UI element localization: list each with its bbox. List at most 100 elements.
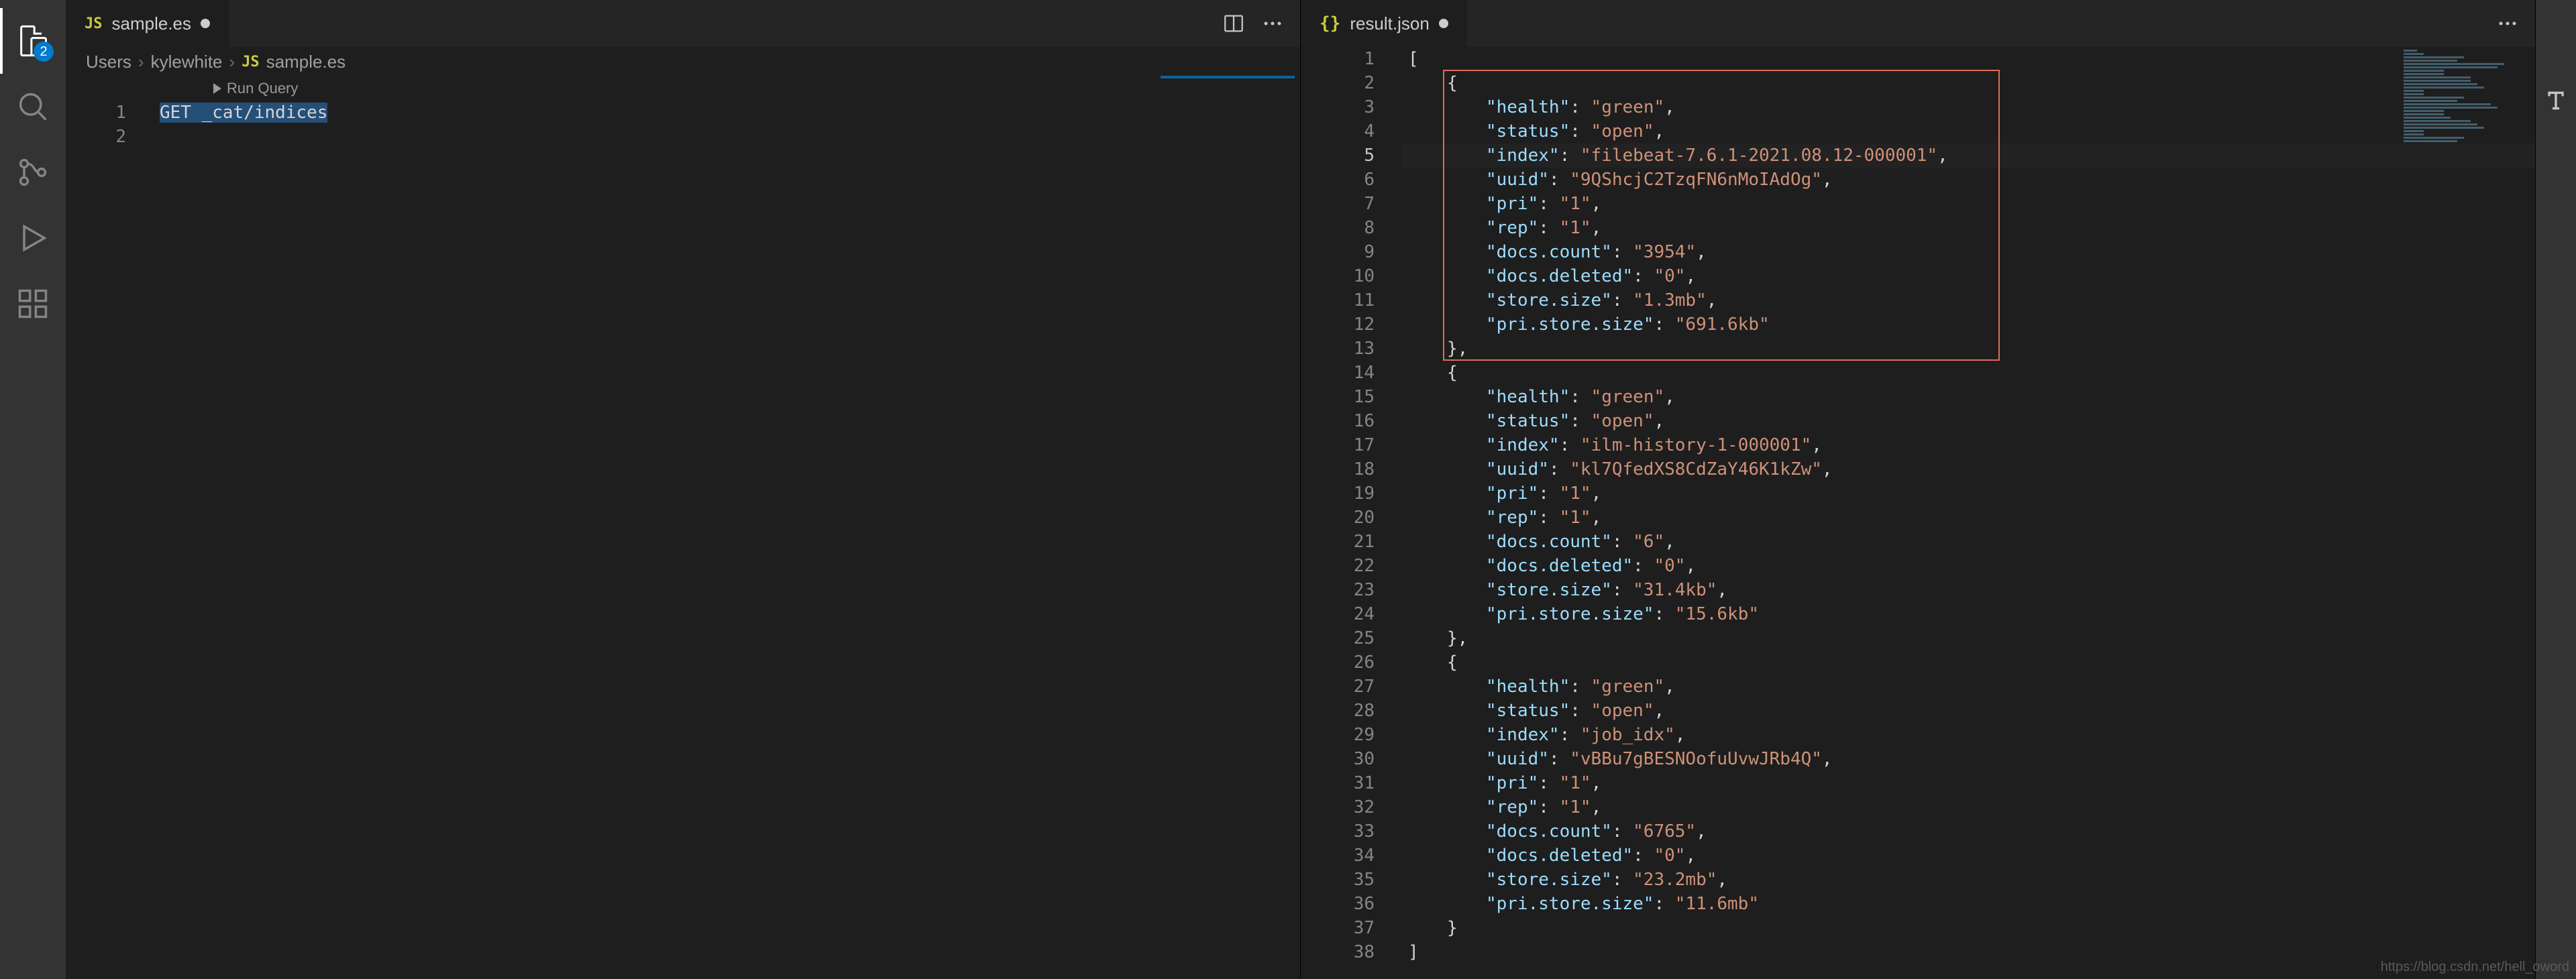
code-line[interactable]: "rep": "1", — [1401, 216, 2535, 240]
tab-sample-es[interactable]: JS sample.es — [66, 0, 229, 47]
line-number: 33 — [1301, 819, 1375, 844]
code-line[interactable]: "docs.deleted": "0", — [1401, 264, 2535, 288]
json-file-icon: {} — [1320, 13, 1340, 34]
code-line[interactable]: { — [1401, 71, 2535, 95]
line-number: 32 — [1301, 795, 1375, 819]
more-actions-icon[interactable] — [1261, 12, 1284, 35]
code-line[interactable]: "health": "green", — [1401, 675, 2535, 699]
line-number: 9 — [1301, 240, 1375, 264]
code-line[interactable]: { — [1401, 361, 2535, 385]
code-line[interactable]: "pri.store.size": "15.6kb" — [1401, 602, 2535, 626]
line-number: 34 — [1301, 844, 1375, 868]
modified-dot-icon — [201, 19, 210, 28]
line-number: 4 — [1301, 119, 1375, 143]
codelens-run-query[interactable]: Run Query — [66, 76, 1300, 101]
code-line[interactable]: "health": "green", — [1401, 95, 2535, 119]
tab-bar-left: JS sample.es — [66, 0, 1300, 47]
progress-accent — [1161, 76, 1295, 78]
code-line[interactable]: "uuid": "kl7QfedXS8CdZaY46K1kZw", — [1401, 457, 2535, 481]
editor-pane-right: {} result.json 1234567891011121314151617… — [1301, 0, 2536, 979]
line-number: 28 — [1301, 699, 1375, 723]
code-line[interactable]: "index": "filebeat-7.6.1-2021.08.12-0000… — [1401, 143, 2535, 168]
code-line[interactable]: "docs.count": "6", — [1401, 530, 2535, 554]
code-line[interactable]: "store.size": "31.4kb", — [1401, 578, 2535, 602]
code-line[interactable]: "rep": "1", — [1401, 506, 2535, 530]
line-number: 18 — [1301, 457, 1375, 481]
line-number: 35 — [1301, 868, 1375, 892]
code-line[interactable]: "index": "ilm-history-1-000001", — [1401, 433, 2535, 457]
editor-right[interactable]: 1234567891011121314151617181920212223242… — [1301, 47, 2535, 979]
line-number: 30 — [1301, 747, 1375, 771]
tab-bar-right: {} result.json — [1301, 0, 2535, 47]
code-line[interactable]: } — [1401, 916, 2535, 940]
code-line[interactable]: "uuid": "9QShcjC2TzqFN6nMoIAdOg", — [1401, 168, 2535, 192]
breadcrumb-seg[interactable]: sample.es — [266, 52, 346, 72]
code-line[interactable]: "pri": "1", — [1401, 771, 2535, 795]
text-tool-icon[interactable] — [2542, 87, 2569, 114]
js-file-icon: JS — [241, 54, 260, 70]
right-rail — [2536, 0, 2576, 979]
line-number: 15 — [1301, 385, 1375, 409]
code-line[interactable]: }, — [1401, 626, 2535, 650]
tab-label: sample.es — [112, 13, 192, 34]
code-line[interactable]: { — [1401, 650, 2535, 675]
code-line[interactable]: "docs.deleted": "0", — [1401, 844, 2535, 868]
code-line[interactable]: "pri.store.size": "691.6kb" — [1401, 312, 2535, 337]
source-control-icon[interactable] — [0, 139, 66, 205]
code-line[interactable]: "store.size": "23.2mb", — [1401, 868, 2535, 892]
code-line[interactable]: }, — [1401, 337, 2535, 361]
line-number: 19 — [1301, 481, 1375, 506]
code-line[interactable]: ] — [1401, 940, 2535, 964]
code-line[interactable]: "pri.store.size": "11.6mb" — [1401, 892, 2535, 916]
tab-label: result.json — [1350, 13, 1430, 34]
extensions-icon[interactable] — [0, 271, 66, 337]
modified-dot-icon — [1439, 19, 1448, 28]
line-number: 16 — [1301, 409, 1375, 433]
code-line[interactable]: GET _cat/indices — [153, 101, 1300, 125]
editor-pane-left: JS sample.es Users › kylewhite › JS samp… — [66, 0, 1301, 979]
code-line[interactable]: "docs.count": "6765", — [1401, 819, 2535, 844]
chevron-right-icon: › — [229, 52, 235, 72]
line-number: 3 — [1301, 95, 1375, 119]
line-number: 27 — [1301, 675, 1375, 699]
line-number: 6 — [1301, 168, 1375, 192]
breadcrumb-seg[interactable]: kylewhite — [151, 52, 223, 72]
code-line[interactable]: "uuid": "vBBu7gBESNOofuUvwJRb4Q", — [1401, 747, 2535, 771]
line-number: 38 — [1301, 940, 1375, 964]
activity-bar: 2 — [0, 0, 66, 979]
code-line[interactable]: "docs.deleted": "0", — [1401, 554, 2535, 578]
code-line[interactable]: "rep": "1", — [1401, 795, 2535, 819]
code-line[interactable] — [153, 125, 1300, 149]
code-line[interactable]: "pri": "1", — [1401, 192, 2535, 216]
line-number: 5 — [1301, 143, 1375, 168]
line-number: 21 — [1301, 530, 1375, 554]
code-line[interactable]: "status": "open", — [1401, 699, 2535, 723]
line-number: 12 — [1301, 312, 1375, 337]
code-line[interactable]: "health": "green", — [1401, 385, 2535, 409]
editor-left[interactable]: 12 GET _cat/indices — [66, 101, 1300, 979]
minimap[interactable] — [2397, 48, 2518, 142]
code-line[interactable]: "docs.count": "3954", — [1401, 240, 2535, 264]
line-number: 17 — [1301, 433, 1375, 457]
play-icon — [213, 83, 221, 94]
line-number: 31 — [1301, 771, 1375, 795]
code-line[interactable]: "status": "open", — [1401, 119, 2535, 143]
more-actions-icon[interactable] — [2496, 12, 2519, 35]
js-file-icon: JS — [85, 15, 103, 32]
explorer-icon[interactable]: 2 — [0, 8, 66, 74]
code-line[interactable]: "index": "job_idx", — [1401, 723, 2535, 747]
breadcrumb-seg[interactable]: Users — [86, 52, 131, 72]
line-number: 13 — [1301, 337, 1375, 361]
line-number: 25 — [1301, 626, 1375, 650]
run-debug-icon[interactable] — [0, 205, 66, 271]
chevron-right-icon: › — [138, 52, 144, 72]
breadcrumb[interactable]: Users › kylewhite › JS sample.es — [66, 47, 1300, 76]
search-icon[interactable] — [0, 74, 66, 139]
line-number: 20 — [1301, 506, 1375, 530]
tab-result-json[interactable]: {} result.json — [1301, 0, 1468, 47]
code-line[interactable]: [ — [1401, 47, 2535, 71]
code-line[interactable]: "pri": "1", — [1401, 481, 2535, 506]
code-line[interactable]: "store.size": "1.3mb", — [1401, 288, 2535, 312]
code-line[interactable]: "status": "open", — [1401, 409, 2535, 433]
split-editor-icon[interactable] — [1222, 12, 1245, 35]
